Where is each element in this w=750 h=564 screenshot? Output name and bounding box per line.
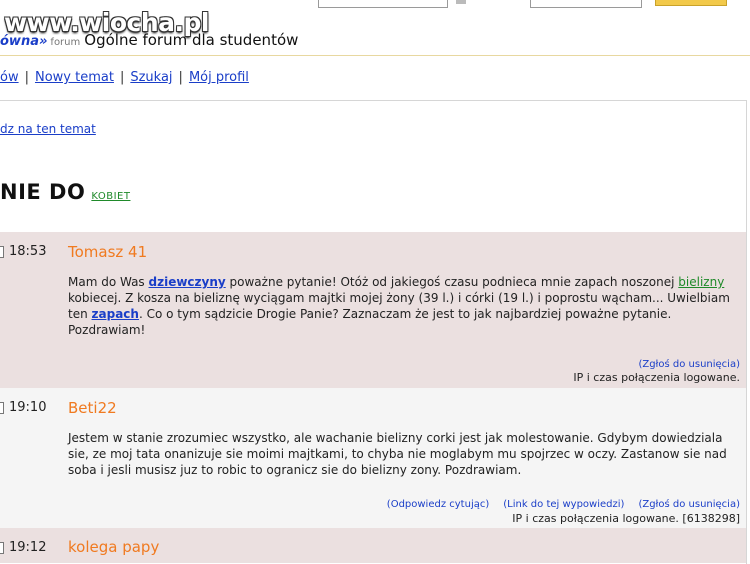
post-checkbox[interactable] xyxy=(0,402,4,414)
post-time: 19:10 xyxy=(9,400,47,415)
post-author: kolega papy xyxy=(68,538,160,556)
nav-new-topic-link[interactable]: Nowy temat xyxy=(35,70,114,85)
post-author: Tomasz 41 xyxy=(68,243,148,261)
keyword-link[interactable]: zapach xyxy=(92,307,139,321)
breadcrumb-forum-small: forum xyxy=(50,37,81,48)
post: 18:53 Tomasz 41 Mam do Was dziewczyny po… xyxy=(0,232,746,388)
breadcrumb-divider xyxy=(0,55,750,56)
nav-links: ów | Nowy temat | Szukaj | Mój profil xyxy=(0,70,249,85)
topic-tag-link[interactable]: KOBIET xyxy=(91,191,130,202)
post: 19:10 Beti22 Jestem w stanie zrozumiec w… xyxy=(0,388,746,528)
post-author: Beti22 xyxy=(68,399,117,417)
keyword-link[interactable]: dziewczyny xyxy=(149,275,226,289)
reply-to-topic-link[interactable]: dz na ten temat xyxy=(0,122,96,136)
post: 19:12 kolega papy xyxy=(0,528,746,563)
nav-separator: | xyxy=(24,70,29,85)
watermark-logo: www.wiocha.pl xyxy=(4,8,209,37)
post-time: 18:53 xyxy=(9,244,47,259)
top-input-field[interactable] xyxy=(318,0,448,8)
report-link[interactable]: (Zgłoś do usunięcia) xyxy=(638,499,740,510)
post-actions: (Zgłoś do usunięcia) xyxy=(624,359,740,370)
keyword-link[interactable]: bielizny xyxy=(678,275,724,289)
nav-separator: | xyxy=(119,70,125,85)
permalink-link[interactable]: (Link do tej wypowiedzi) xyxy=(503,499,624,510)
post-text: poważne pytanie! Otóż od jakiegoś czasu … xyxy=(225,275,679,289)
top-dropdown-icon[interactable] xyxy=(456,0,466,4)
ip-notice: IP i czas połączenia logowane. [6138298] xyxy=(512,512,740,525)
post-checkbox[interactable] xyxy=(0,246,4,258)
nav-separator: | xyxy=(178,70,183,85)
report-link[interactable]: (Zgłoś do usunięcia) xyxy=(638,359,740,370)
top-search-field[interactable] xyxy=(530,0,642,8)
top-yellow-button[interactable] xyxy=(655,0,727,6)
post-body: Jestem w stanie zrozumiec wszystko, ale … xyxy=(68,431,727,477)
ip-notice: IP i czas połączenia logowane. xyxy=(573,371,740,384)
post-text: . Co o tym sądzicie Drogie Panie? Zaznac… xyxy=(68,307,672,337)
post-time: 19:12 xyxy=(9,540,47,555)
nav-my-profile-link[interactable]: Mój profil xyxy=(189,70,249,85)
post-text: Mam do Was xyxy=(68,275,149,289)
quote-reply-link[interactable]: (Odpowiedz cytując) xyxy=(387,499,489,510)
post-body: Mam do Was dziewczyny poważne pytanie! O… xyxy=(68,274,740,338)
topic-title: NIE DO xyxy=(0,180,86,204)
nav-search-link[interactable]: Szukaj xyxy=(130,70,172,85)
nav-forum-list-link[interactable]: ów xyxy=(0,70,19,85)
topic-heading: NIE DO KOBIET xyxy=(0,180,130,204)
post-checkbox[interactable] xyxy=(0,542,4,554)
post-actions: (Odpowiedz cytując) (Link do tej wypowied… xyxy=(373,499,740,510)
